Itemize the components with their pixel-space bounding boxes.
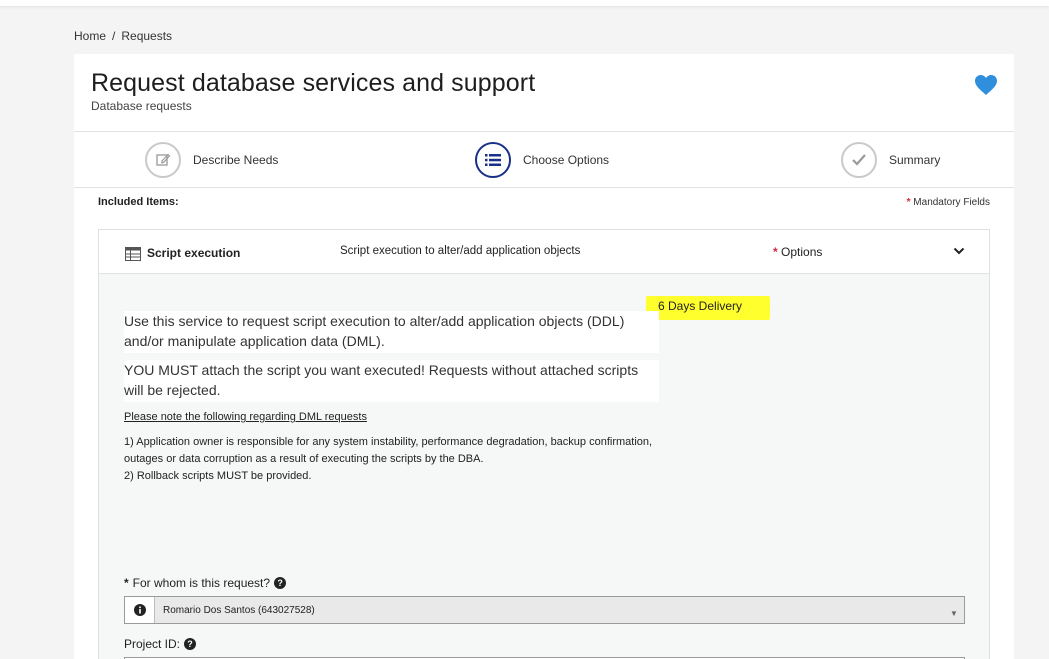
heart-icon[interactable]: [974, 74, 998, 96]
list-icon: [475, 142, 511, 178]
step-summary[interactable]: Summary: [841, 142, 940, 178]
step-describe-needs[interactable]: Describe Needs: [145, 142, 278, 178]
requested-for-field[interactable]: Romario Dos Santos (643027528) ▼: [124, 596, 965, 624]
stepper: Describe Needs Choose Options Summary: [74, 132, 1014, 188]
breadcrumb-separator: /: [112, 29, 116, 43]
divider: [74, 187, 1014, 188]
description-paragraph: Use this service to request script execu…: [124, 311, 659, 353]
request-card: Request database services and support Da…: [74, 54, 1014, 659]
caret-down-icon[interactable]: ▼: [944, 603, 964, 618]
table-icon: [125, 247, 141, 261]
help-icon[interactable]: ?: [274, 577, 287, 589]
required-star: *: [773, 245, 778, 259]
options-label: Options: [781, 245, 823, 259]
whom-label: * For whom is this request? ?: [124, 576, 287, 590]
included-items-label: Included Items:: [98, 196, 179, 208]
edit-icon: [145, 142, 181, 178]
chevron-down-icon[interactable]: [953, 246, 965, 256]
required-star: *: [906, 197, 911, 208]
step-label: Describe Needs: [193, 153, 279, 167]
item-description: Script execution to alter/add applicatio…: [340, 245, 581, 257]
help-icon[interactable]: ?: [184, 638, 197, 650]
step-label: Summary: [889, 153, 941, 167]
mandatory-label: Mandatory Fields: [913, 197, 990, 208]
requested-for-value: Romario Dos Santos (643027528): [163, 604, 315, 616]
step-label: Choose Options: [523, 153, 610, 167]
note-list: 1) Application owner is responsible for …: [124, 434, 664, 485]
note-item: 2) Rollback scripts MUST be provided.: [124, 470, 312, 482]
required-star: *: [124, 576, 129, 590]
info-icon[interactable]: [125, 597, 155, 623]
check-icon: [841, 142, 877, 178]
item-name: Script execution: [147, 246, 241, 260]
breadcrumb: Home / Requests: [74, 29, 172, 43]
delivery-badge: 6 Days Delivery: [646, 296, 770, 320]
note-item: 1) Application owner is responsible for …: [124, 436, 653, 465]
step-choose-options[interactable]: Choose Options: [475, 142, 609, 178]
page-title: Request database services and support: [91, 69, 536, 97]
mandatory-fields-note: * Mandatory Fields: [907, 197, 990, 208]
included-item-panel: Script execution Script execution to alt…: [98, 229, 990, 659]
item-options[interactable]: * Options: [773, 245, 822, 259]
page-subtitle: Database requests: [91, 99, 192, 113]
item-header[interactable]: Script execution Script execution to alt…: [99, 230, 989, 274]
warning-paragraph: YOU MUST attach the script you want exec…: [124, 360, 659, 402]
note-heading: Please note the following regarding DML …: [124, 411, 367, 423]
top-bar: [0, 0, 1049, 6]
project-id-label: Project ID: ?: [124, 637, 197, 651]
breadcrumb-requests[interactable]: Requests: [121, 29, 172, 43]
breadcrumb-home[interactable]: Home: [74, 29, 106, 43]
